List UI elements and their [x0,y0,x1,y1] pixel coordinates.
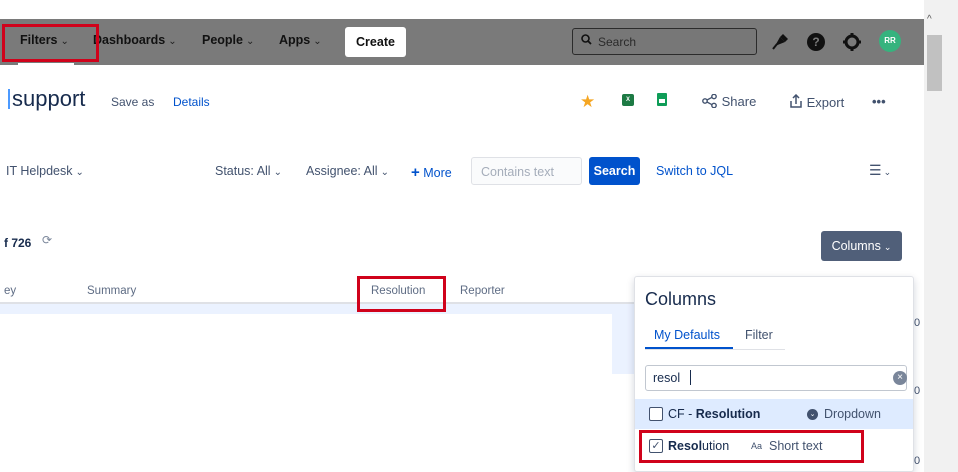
row-trailing-value: 0 [914,385,921,397]
search-icon [581,34,592,48]
columns-button-label: Columns [831,239,881,253]
clear-search-icon[interactable]: × [893,371,907,385]
jira-issue-search-page: Filters ⌄ Dashboards ⌄ People ⌄ Apps ⌄ Creat… [0,0,958,472]
column-header-summary[interactable]: Summary [87,285,136,297]
tabs-divider [645,349,785,350]
favourite-star-icon[interactable]: ★ [580,92,595,112]
settings-gear-icon[interactable] [841,31,863,53]
row-trailing-value: 0 [914,317,921,329]
chevron-down-icon: ⌄ [883,242,892,252]
columns-panel-title: Columns [645,289,717,309]
refresh-icon[interactable]: ⟳ [42,233,52,247]
scroll-up-arrow-icon[interactable]: ^ [927,14,932,25]
column-option-cf-resolution[interactable]: CF - Resolution ⌄ Dropdown [635,399,913,429]
tab-filter[interactable]: Filter [745,328,773,342]
svg-text:?: ? [812,35,819,49]
columns-search-value: resol [653,371,681,385]
chevron-down-icon: ⌄ [313,36,322,47]
status-filter[interactable]: Status: All ⌄ [215,164,282,178]
column-header-reporter[interactable]: Reporter [460,285,505,297]
resolution-option-highlight-box [639,430,864,463]
filter-title: support [12,86,86,111]
chevron-down-icon: ⌄ [246,36,255,47]
chevron-down-icon: ⌄ [168,36,177,47]
share-icon [702,93,722,109]
columns-search-input[interactable]: resol × [645,365,907,391]
view-list-icon[interactable]: ☰ ⌄ [869,162,891,179]
export-button[interactable]: Export [789,93,845,110]
contains-text-input[interactable]: Contains text [471,157,582,185]
option-label: CF - Resolution [668,407,761,421]
assignee-filter-label: Assignee: All [306,164,378,178]
chevron-down-icon: ⌄ [380,167,389,178]
people-menu[interactable]: People ⌄ [202,33,254,47]
resolution-highlight-box [357,276,446,312]
chevron-down-icon: ⌄ [883,167,892,177]
share-button[interactable]: Share [702,93,757,109]
more-label: More [423,166,452,180]
assignee-filter[interactable]: Assignee: All ⌄ [306,164,389,178]
filters-highlight-box [2,24,99,62]
details-link[interactable]: Details [173,95,210,109]
top-navigation-bar: Filters ⌄ Dashboards ⌄ People ⌄ Apps ⌄ Creat… [0,19,924,65]
dashboards-label: Dashboards [93,33,166,47]
row-trailing-value: 0 [914,455,921,467]
results-count: f 726 [4,236,32,250]
search-button[interactable]: Search [589,157,640,185]
excel-export-icon[interactable]: X [622,94,634,106]
chevron-down-icon: ⌄ [75,167,84,178]
option-type: Dropdown [824,407,881,421]
share-label: Share [721,94,757,109]
export-label: Export [806,95,845,110]
active-tab-indicator [645,347,733,349]
text-caret [690,370,691,385]
checkbox-unchecked[interactable] [649,407,663,421]
status-filter-label: Status: All [215,164,271,178]
search-placeholder: Search [598,35,637,49]
plus-icon: + [411,164,420,181]
scrollbar-thumb[interactable] [927,35,942,91]
export-icon [789,93,807,110]
table-row[interactable] [0,304,634,314]
contains-text-placeholder: Contains text [481,165,554,179]
project-filter[interactable]: IT Helpdesk ⌄ [6,164,84,178]
more-actions-button[interactable]: ••• [872,94,886,109]
apps-menu[interactable]: Apps ⌄ [279,33,322,47]
columns-button[interactable]: Columns ⌄ [821,231,902,261]
dropdown-type-icon: ⌄ [807,409,818,420]
people-label: People [202,33,243,47]
global-search-input[interactable]: Search [572,28,757,55]
notifications-icon[interactable] [769,31,791,53]
help-icon[interactable]: ? [805,31,827,53]
switch-to-jql-link[interactable]: Switch to JQL [656,164,733,178]
more-filters-button[interactable]: + More [411,164,452,181]
column-header-key[interactable]: ey [4,285,16,297]
title-accent-bar [8,89,10,109]
user-avatar[interactable]: RR [879,30,901,52]
chevron-down-icon: ⌄ [273,167,282,178]
apps-label: Apps [279,33,311,47]
save-as-button[interactable]: Save as [111,95,154,109]
table-row-extension [612,314,634,374]
google-sheets-icon[interactable] [657,93,667,106]
tab-my-defaults[interactable]: My Defaults [654,328,720,342]
create-button[interactable]: Create [345,27,406,57]
project-filter-label: IT Helpdesk [6,164,73,178]
dashboards-menu[interactable]: Dashboards ⌄ [93,33,177,47]
active-nav-indicator [18,63,74,66]
